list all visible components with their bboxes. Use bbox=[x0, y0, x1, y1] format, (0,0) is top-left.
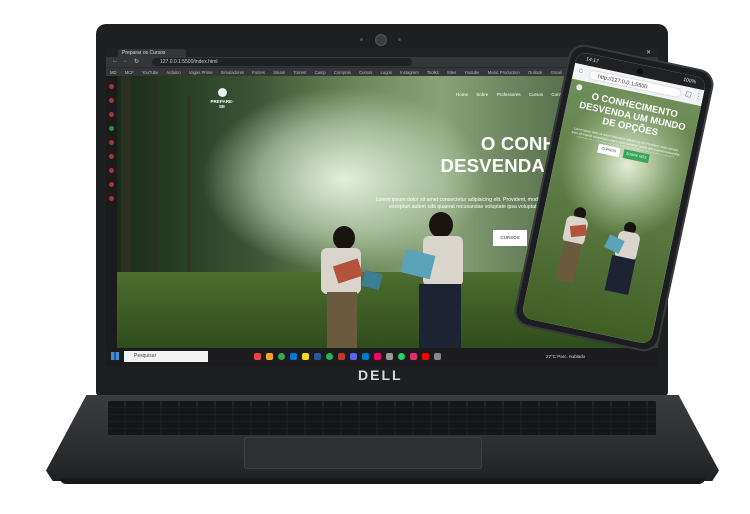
bookmark-item[interactable]: Instagram bbox=[400, 70, 419, 75]
bookmark-item[interactable]: MD bbox=[110, 70, 117, 75]
bookmark-item[interactable]: MCF bbox=[125, 70, 134, 75]
bookmark-item[interactable]: Steam bbox=[273, 70, 285, 75]
book bbox=[569, 224, 587, 238]
app-icon[interactable] bbox=[338, 353, 345, 360]
nav-item-sobre[interactable]: Sobre bbox=[476, 92, 488, 97]
camera-indicator bbox=[398, 38, 401, 41]
nav-item-professores[interactable]: Professores bbox=[497, 92, 521, 97]
bookmark-item[interactable]: Cursos bbox=[359, 70, 372, 75]
spotify-icon[interactable] bbox=[326, 353, 333, 360]
child-skirt bbox=[604, 254, 636, 296]
tree-trunk bbox=[151, 76, 157, 296]
app-icon[interactable] bbox=[410, 353, 417, 360]
bookmark-item[interactable]: Sites bbox=[447, 70, 456, 75]
laptop-front-edge bbox=[60, 478, 705, 484]
app-icon[interactable] bbox=[374, 353, 381, 360]
system-tray[interactable]: 27°C Parc. nublado bbox=[546, 351, 585, 362]
bookmark-item[interactable]: Vagas Prime bbox=[189, 70, 213, 75]
webcam-icon bbox=[375, 34, 387, 46]
address-bar[interactable]: 127.0.0.1:5500/index.html bbox=[152, 58, 412, 66]
folder-icon[interactable] bbox=[302, 353, 309, 360]
sidebar-app-icon[interactable] bbox=[109, 84, 114, 89]
keyboard-rows bbox=[108, 405, 656, 435]
nav-item-home[interactable]: Home bbox=[456, 92, 468, 97]
bookmark-item[interactable]: Youtube bbox=[464, 70, 479, 75]
child-head bbox=[429, 212, 453, 238]
app-icon[interactable] bbox=[386, 353, 393, 360]
bookmark-item[interactable]: Toolkit bbox=[427, 70, 439, 75]
child-skirt bbox=[419, 284, 461, 348]
bookmark-item[interactable]: Gmail bbox=[551, 70, 562, 75]
touchpad bbox=[244, 437, 482, 469]
site-logo[interactable]: PREPARE-SE bbox=[210, 88, 234, 109]
app-icon[interactable] bbox=[434, 353, 441, 360]
bookmark-item[interactable]: Torrent bbox=[293, 70, 306, 75]
browser-tab[interactable]: Preparar os Cursos bbox=[118, 49, 186, 57]
discord-icon[interactable] bbox=[350, 353, 357, 360]
browser-sidebar bbox=[106, 76, 117, 348]
dell-logo: DELL bbox=[358, 367, 403, 383]
sidebar-app-icon[interactable] bbox=[109, 140, 114, 145]
app-icon[interactable] bbox=[314, 353, 321, 360]
reload-icon[interactable]: ↻ bbox=[134, 58, 139, 65]
app-icon[interactable] bbox=[254, 353, 261, 360]
close-window-icon[interactable]: ✕ bbox=[646, 49, 651, 56]
sidebar-app-icon[interactable] bbox=[109, 112, 114, 117]
phone-time: 14:17 bbox=[585, 56, 600, 65]
forward-icon[interactable]: → bbox=[122, 58, 128, 64]
bookmark-item[interactable]: Camp bbox=[315, 70, 326, 75]
sidebar-app-icon[interactable] bbox=[109, 168, 114, 173]
sidebar-app-icon[interactable] bbox=[109, 182, 114, 187]
cursos-button[interactable]: CURSOS bbox=[493, 230, 527, 246]
opera-icon[interactable] bbox=[422, 353, 429, 360]
bookmark-item[interactable]: Fontes bbox=[252, 70, 265, 75]
logo-emblem-icon bbox=[217, 88, 227, 97]
tree-trunk bbox=[187, 96, 191, 296]
taskbar-search[interactable]: Pesquisar bbox=[124, 351, 208, 362]
bookmark-item[interactable]: Arduino bbox=[166, 70, 180, 75]
site-nav: Home Sobre Professores Cursos Contato bbox=[456, 92, 574, 97]
child-shorts bbox=[327, 292, 357, 348]
logo-text: PREPARE-SE bbox=[210, 99, 234, 109]
whatsapp-icon[interactable] bbox=[398, 353, 405, 360]
child-head bbox=[333, 226, 355, 250]
windows-start-icon[interactable] bbox=[111, 352, 119, 360]
sidebar-app-icon[interactable] bbox=[109, 154, 114, 159]
app-icon[interactable] bbox=[266, 353, 273, 360]
nav-item-cursos[interactable]: Cursos bbox=[529, 92, 543, 97]
bookmark-item[interactable]: Music Production bbox=[488, 70, 520, 75]
vscode-icon[interactable] bbox=[362, 353, 369, 360]
child-shorts bbox=[555, 240, 582, 284]
sidebar-app-icon[interactable] bbox=[109, 196, 114, 201]
bookmark-item[interactable]: Logos bbox=[381, 70, 392, 75]
chrome-icon[interactable] bbox=[278, 353, 285, 360]
bookmark-item[interactable]: Outlook bbox=[528, 70, 542, 75]
sidebar-app-icon[interactable] bbox=[109, 126, 114, 131]
bookmark-item[interactable]: Simuladores bbox=[221, 70, 244, 75]
app-icon[interactable] bbox=[290, 353, 297, 360]
sidebar-app-icon[interactable] bbox=[109, 98, 114, 103]
back-icon[interactable]: ← bbox=[112, 58, 118, 64]
bookmark-item[interactable]: YouTube bbox=[142, 70, 158, 75]
camera-sensor bbox=[360, 38, 363, 41]
bookmark-item[interactable]: Compras bbox=[334, 70, 351, 75]
